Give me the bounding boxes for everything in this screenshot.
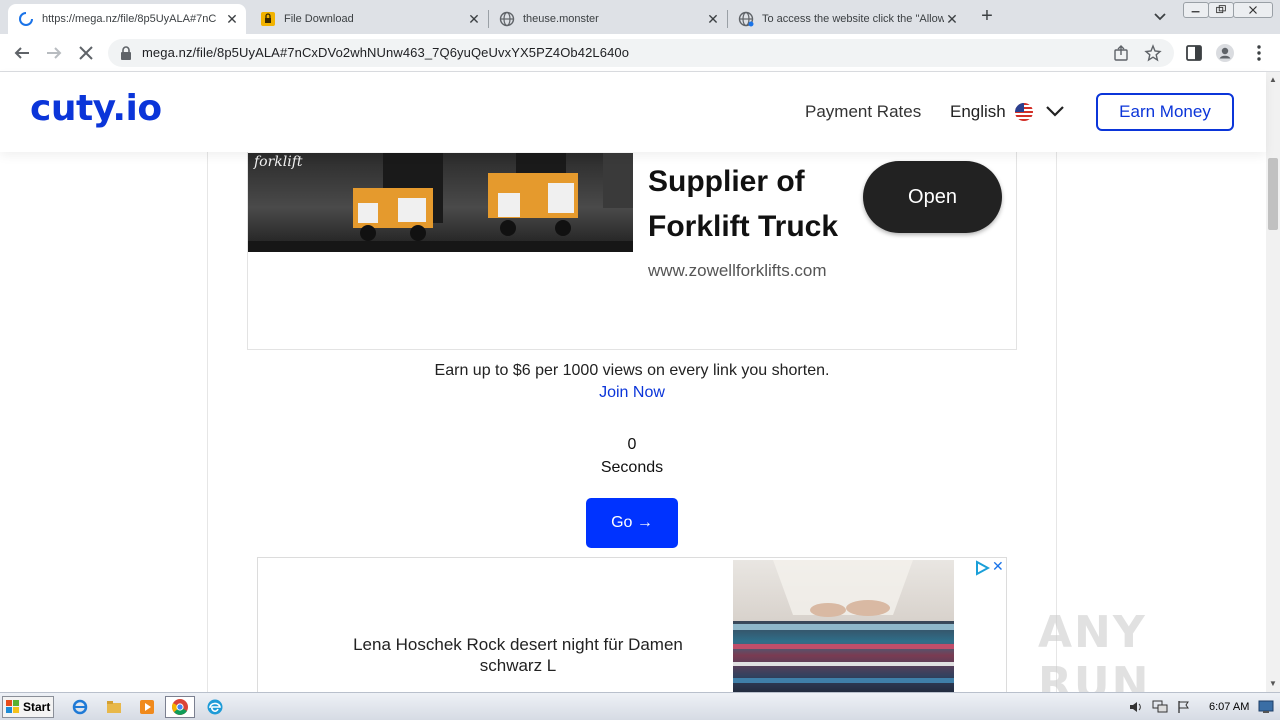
browser-tab-strip: https://mega.nz/file/8p5UyALA#7nC ✕ File… <box>0 0 1280 34</box>
ad-url[interactable]: www.zowellforklifts.com <box>648 261 827 281</box>
tab-title: theuse.monster <box>523 13 599 25</box>
ad-open-button[interactable]: Open <box>863 161 1002 233</box>
action-center-flag-icon[interactable] <box>1176 700 1192 714</box>
minimize-icon <box>1191 11 1200 13</box>
side-panel-icon[interactable] <box>1184 43 1204 63</box>
page-viewport: forklift Supplier of Forklift Truck www.… <box>0 72 1266 692</box>
language-selector[interactable]: English <box>950 102 1006 122</box>
countdown-value: 0 <box>627 436 637 453</box>
volume-icon[interactable] <box>1128 700 1144 714</box>
taskbar-media-player[interactable] <box>136 696 158 718</box>
restore-window-button[interactable] <box>1208 2 1234 18</box>
new-tab-button[interactable]: + <box>976 6 998 28</box>
lock-icon[interactable] <box>120 46 132 60</box>
payment-rates-link[interactable]: Payment Rates <box>805 102 921 122</box>
tab-search-chevron-icon[interactable] <box>1150 8 1170 26</box>
earn-info-text: Earn up to $6 per 1000 views on every li… <box>434 362 830 379</box>
ad-headline[interactable]: Supplier of Forklift Truck <box>648 159 858 249</box>
lock-favicon-icon <box>261 12 275 26</box>
join-now-link[interactable]: Join Now <box>207 384 1057 402</box>
ad-close-icon[interactable]: ✕ <box>992 558 1006 574</box>
tab-close-icon[interactable]: ✕ <box>224 11 240 27</box>
page-scrollbar[interactable]: ▲ ▼ <box>1266 72 1280 692</box>
us-flag-icon[interactable] <box>1015 103 1033 121</box>
browser-menu-icon[interactable] <box>1249 43 1269 63</box>
back-arrow-icon[interactable] <box>12 43 32 63</box>
folder-icon <box>107 701 121 713</box>
globe-icon <box>738 11 754 27</box>
scroll-up-arrow-icon[interactable]: ▲ <box>1269 76 1277 84</box>
windows-logo-icon <box>6 700 19 713</box>
tab-close-icon[interactable]: ✕ <box>705 11 721 27</box>
tab-mega[interactable]: https://mega.nz/file/8p5UyALA#7nC ✕ <box>8 4 246 34</box>
taskbar-explorer[interactable] <box>103 696 125 718</box>
tab-theuse-monster[interactable]: theuse.monster ✕ <box>489 4 727 34</box>
restore-icon <box>1216 5 1226 14</box>
tab-close-icon[interactable]: ✕ <box>466 11 482 27</box>
stop-loading-icon[interactable] <box>76 43 96 63</box>
tab-file-download[interactable]: File Download ✕ <box>250 4 488 34</box>
tab-title: https://mega.nz/file/8p5UyALA#7nC <box>42 13 217 25</box>
forklift-ad-image[interactable]: forklift <box>248 153 633 252</box>
site-header: cuty.io Payment Rates English Earn Money <box>0 72 1266 152</box>
network-icon[interactable] <box>1152 700 1168 714</box>
tab-title: File Download <box>284 13 354 25</box>
countdown-unit: Seconds <box>600 459 664 476</box>
skirt-ad[interactable]: Lena Hoschek Rock desert night für Damen… <box>257 557 1007 692</box>
chrome-icon <box>172 699 188 715</box>
chevron-down-icon[interactable] <box>1045 104 1065 118</box>
start-label: Start <box>23 700 51 714</box>
taskbar-clock[interactable]: 6:07 AM <box>1209 701 1249 713</box>
forklift-illustration <box>248 153 633 252</box>
tab-allow-notifications[interactable]: To access the website click the "Allow ✕ <box>728 4 966 34</box>
adchoices-icon[interactable] <box>974 560 990 576</box>
show-desktop-icon[interactable] <box>1258 700 1274 714</box>
site-logo[interactable]: cuty.io <box>30 88 162 129</box>
tab-close-icon[interactable]: ✕ <box>944 11 960 27</box>
windows-taskbar: Start 6:07 AM <box>0 692 1280 720</box>
bookmark-star-icon[interactable] <box>1144 44 1162 62</box>
scroll-thumb[interactable] <box>1268 158 1278 230</box>
start-button[interactable]: Start <box>2 696 54 718</box>
taskbar-ie[interactable] <box>69 696 91 718</box>
globe-icon <box>499 11 515 27</box>
tab-title: To access the website click the "Allow <box>762 13 944 25</box>
scroll-down-arrow-icon[interactable]: ▼ <box>1269 680 1277 688</box>
ad-product-image[interactable] <box>733 560 954 692</box>
ad-product-text[interactable]: Lena Hoschek Rock desert night für Damen… <box>348 634 688 676</box>
taskbar-edge[interactable] <box>204 696 226 718</box>
media-player-icon <box>140 700 154 714</box>
forklift-ad[interactable]: forklift Supplier of Forklift Truck www.… <box>247 122 1017 350</box>
loading-spinner-icon <box>19 12 33 26</box>
address-bar[interactable]: mega.nz/file/8p5UyALA#7nCxDVo2whNUnw463_… <box>108 39 1174 67</box>
close-window-button[interactable] <box>1233 2 1273 18</box>
taskbar-chrome[interactable] <box>165 696 195 718</box>
go-button[interactable]: Go → <box>586 498 678 548</box>
earn-money-button[interactable]: Earn Money <box>1096 93 1234 131</box>
forward-arrow-icon[interactable] <box>44 43 64 63</box>
close-icon <box>1249 6 1257 14</box>
minimize-window-button[interactable] <box>1183 2 1209 18</box>
internet-explorer-icon <box>72 699 88 715</box>
edge-icon <box>207 699 223 715</box>
browser-toolbar: mega.nz/file/8p5UyALA#7nCxDVo2whNUnw463_… <box>0 34 1280 72</box>
profile-avatar-icon[interactable] <box>1215 43 1235 63</box>
skirt-illustration <box>733 560 954 683</box>
anyrun-watermark: ANY RUN <box>1038 607 1151 692</box>
share-icon[interactable] <box>1112 44 1130 62</box>
url-text[interactable]: mega.nz/file/8p5UyALA#7nCxDVo2whNUnw463_… <box>142 45 629 60</box>
